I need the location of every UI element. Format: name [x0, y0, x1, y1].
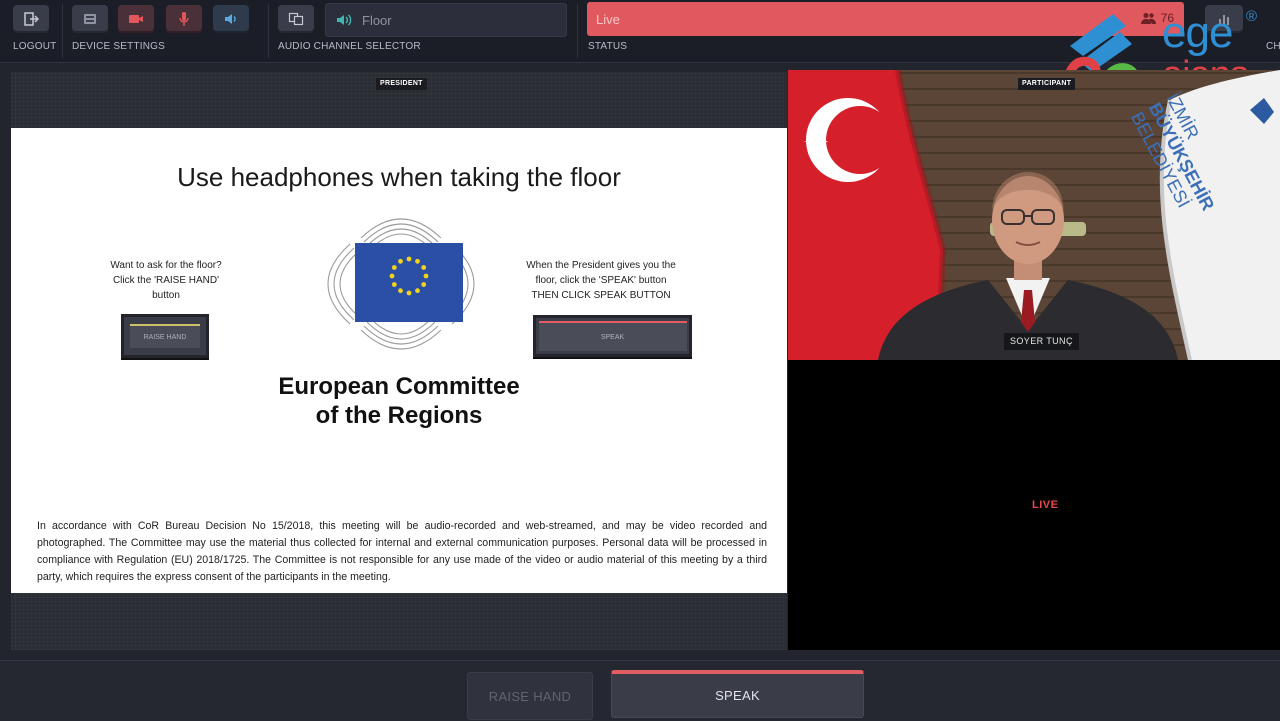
camera-toggle-button[interactable] — [118, 5, 154, 33]
speaker-toggle-button[interactable] — [213, 5, 249, 33]
raise-hand-button[interactable]: RAISE HAND — [467, 672, 593, 720]
instruction-line: floor, click the 'SPEAK' button — [535, 275, 667, 286]
speak-instructions: When the President gives you the floor, … — [511, 258, 691, 303]
audio-channel-select[interactable]: Floor — [325, 3, 567, 37]
device-settings-button[interactable] — [72, 5, 108, 33]
organization-name-line: European Committee — [278, 373, 520, 400]
logout-label: LOGOUT — [13, 41, 57, 52]
channel-value: Floor — [362, 12, 392, 28]
microphone-icon — [179, 12, 189, 26]
toolbar-divider — [268, 4, 269, 58]
live-indicator: LIVE — [1032, 499, 1059, 511]
logout-button[interactable] — [13, 5, 49, 33]
status-value: Live — [596, 11, 620, 27]
instruction-line: button — [152, 290, 180, 301]
instruction-line: Click the 'RAISE HAND' — [112, 275, 220, 286]
recording-disclaimer: In accordance with CoR Bureau Decision N… — [37, 520, 767, 583]
organization-name: European Committee of the Regions — [11, 372, 787, 430]
microphone-toggle-button[interactable] — [166, 5, 202, 33]
audio-channel-label: AUDIO CHANNEL SELECTOR — [278, 41, 421, 52]
slide-title: Use headphones when taking the floor — [177, 162, 621, 192]
slide-speak-button: SPEAK — [533, 315, 692, 357]
video-camera-icon — [129, 15, 143, 23]
device-settings-label: DEVICE SETTINGS — [72, 41, 166, 52]
instruction-line: Want to ask for the floor? — [110, 260, 222, 271]
presentation-slide: Use headphones when taking the floor Wan… — [11, 128, 787, 593]
slide-speak-label: SPEAK — [538, 321, 687, 351]
settings-panel-icon — [84, 14, 96, 24]
speak-button[interactable]: SPEAK — [611, 670, 864, 718]
instruction-line: When the President gives you the — [526, 260, 676, 271]
toolbar-divider — [577, 4, 578, 58]
watermark-registered: ® — [1246, 8, 1258, 25]
president-tag: PRESIDENT — [376, 78, 427, 90]
watermark-ege: ege — [1162, 8, 1233, 57]
speaker-person — [878, 172, 1178, 360]
status-label: STATUS — [588, 41, 628, 52]
speaker-icon — [225, 14, 236, 24]
cor-emblem — [327, 218, 475, 350]
channel-speaker-icon — [337, 14, 352, 26]
participant-tag: PARTICIPANT — [1018, 78, 1076, 90]
channel-selector-button[interactable] — [278, 5, 314, 33]
raise-hand-instructions: Want to ask for the floor? Click the 'RA… — [91, 258, 241, 303]
organization-name-line: of the Regions — [315, 402, 483, 429]
speaker-name-tag: SOYER TUNÇ — [1004, 333, 1079, 350]
translate-icon — [288, 12, 304, 26]
participant-video: İZMİR BÜYÜKŞEHİR BELEDİYESİ — [788, 70, 1280, 360]
slide-raise-hand-label: RAISE HAND — [130, 324, 200, 348]
toolbar-divider — [62, 4, 63, 58]
logout-icon — [24, 12, 39, 26]
instruction-line: THEN CLICK SPEAK BUTTON — [531, 290, 671, 301]
slide-raise-hand-button: RAISE HAND — [121, 314, 209, 358]
eu-flag — [355, 243, 463, 322]
